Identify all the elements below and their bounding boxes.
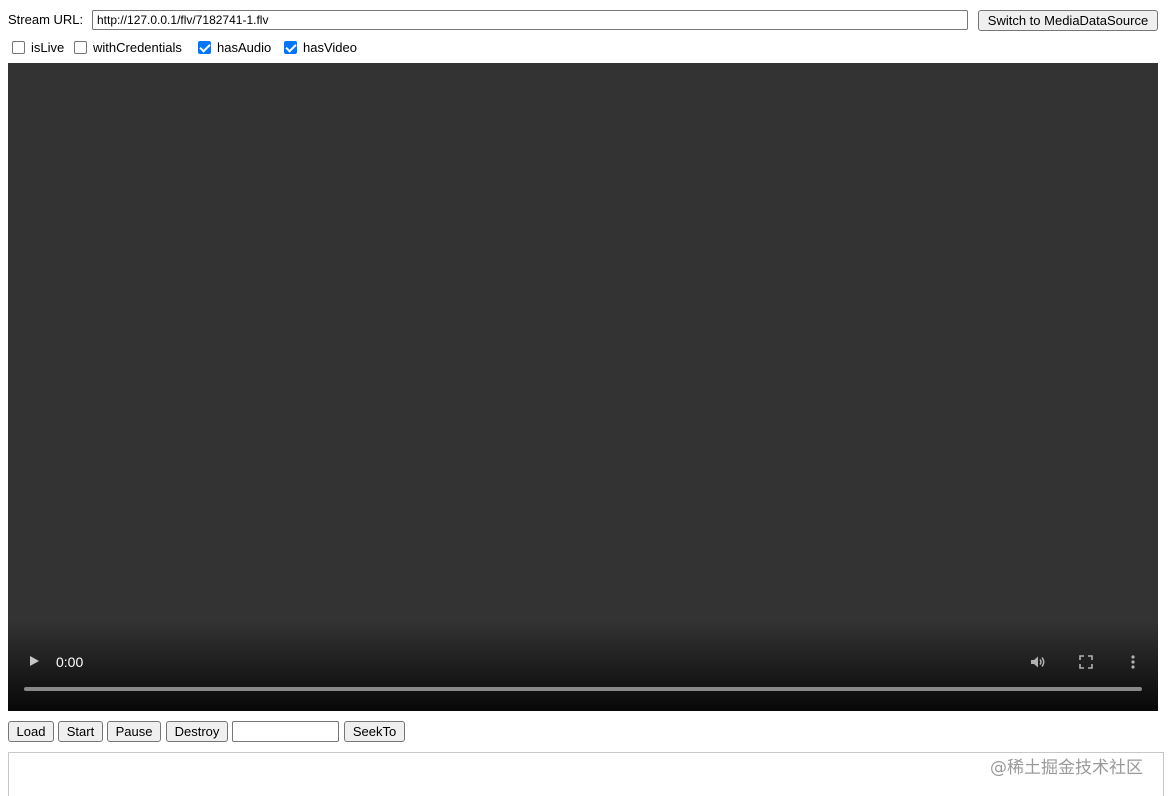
stream-url-row: Stream URL: Switch to MediaDataSource xyxy=(8,10,1158,32)
play-icon[interactable] xyxy=(26,653,42,669)
hasaudio-checkbox[interactable] xyxy=(198,40,211,54)
option-islive[interactable]: isLive xyxy=(8,37,64,57)
player-controls-row: Load Start Pause Destroy SeekTo xyxy=(8,721,608,743)
hasaudio-label: hasAudio xyxy=(217,39,272,55)
start-button[interactable]: Start xyxy=(58,721,103,742)
option-hasaudio[interactable]: hasAudio xyxy=(194,37,271,57)
current-time: 0:00 xyxy=(56,654,84,670)
switch-mediadatasource-button[interactable]: Switch to MediaDataSource xyxy=(978,10,1158,31)
hasvideo-checkbox[interactable] xyxy=(284,40,297,54)
islive-label: isLive xyxy=(31,39,65,55)
load-button[interactable]: Load xyxy=(8,721,54,742)
fullscreen-icon[interactable] xyxy=(1079,655,1093,669)
option-hasvideo[interactable]: hasVideo xyxy=(280,37,357,57)
stream-url-label: Stream URL: xyxy=(8,12,84,27)
video-progress-bar[interactable] xyxy=(24,687,1142,691)
withcredentials-checkbox[interactable] xyxy=(74,40,87,54)
options-row: isLive withCredentials hasAudio hasVideo xyxy=(8,37,608,57)
more-options-icon[interactable] xyxy=(1128,653,1138,671)
withcredentials-label: withCredentials xyxy=(93,39,182,55)
hasvideo-label: hasVideo xyxy=(303,39,357,55)
seek-time-input[interactable] xyxy=(232,721,339,742)
stream-url-input[interactable] xyxy=(92,10,968,30)
seekto-button[interactable]: SeekTo xyxy=(344,721,405,742)
pause-button[interactable]: Pause xyxy=(107,721,161,742)
option-withcredentials[interactable]: withCredentials xyxy=(70,37,182,57)
volume-icon[interactable] xyxy=(1029,653,1047,671)
watermark-text: @稀土掘金技术社区 xyxy=(990,758,1143,778)
destroy-button[interactable]: Destroy xyxy=(166,721,228,742)
video-player[interactable]: 0:00 xyxy=(8,63,1158,711)
video-controls-gradient xyxy=(8,621,1158,711)
islive-checkbox[interactable] xyxy=(12,40,25,54)
